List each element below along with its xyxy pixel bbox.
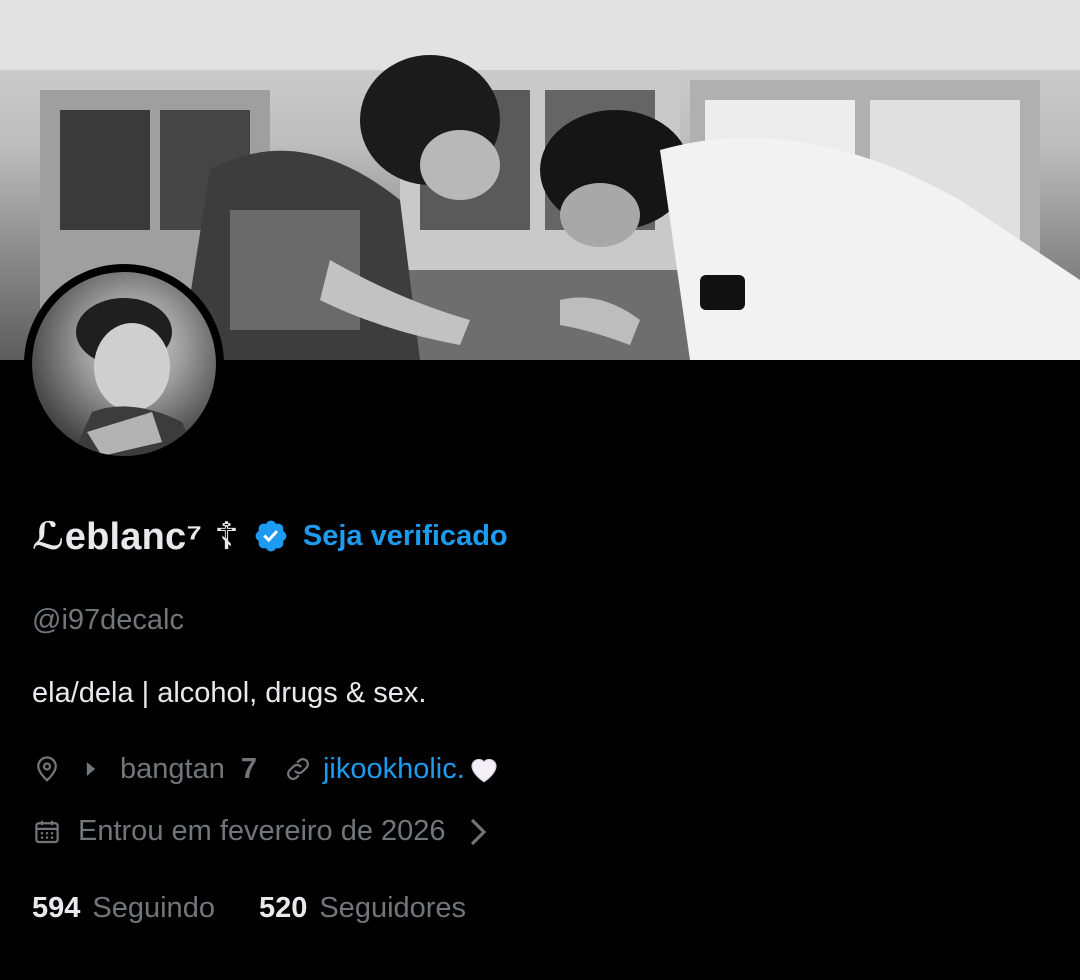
display-name-row: ℒeblanc⁷ ☦ Seja verificado	[32, 508, 508, 564]
followers-label: Seguidores	[319, 892, 467, 924]
location-text: bangtan	[120, 752, 225, 785]
chevron-right-icon	[470, 818, 486, 845]
avatar-illustration	[72, 298, 197, 456]
verified-badge-icon[interactable]	[253, 518, 289, 554]
follow-stats: 594 Seguindo 520 Seguidores	[32, 892, 466, 925]
link-icon	[287, 758, 309, 780]
get-verified-link[interactable]: Seja verificado	[303, 520, 508, 553]
profile-meta-location-row: bangtan 7 jikookholic.	[32, 752, 501, 786]
calendar-icon	[35, 820, 59, 843]
name-emoji-glyph: ☦	[214, 515, 239, 558]
following-stat[interactable]: 594 Seguindo	[32, 892, 215, 925]
avatar-image	[32, 272, 216, 456]
following-count: 594	[32, 892, 81, 924]
profile-bio: ela/dela | alcohol, drugs & sex.	[32, 677, 427, 709]
location-pin-icon	[37, 756, 57, 782]
followers-stat[interactable]: 520 Seguidores	[259, 892, 466, 925]
followers-count: 520	[258, 892, 308, 924]
following-label: Seguindo	[92, 892, 215, 924]
profile-meta-joined-row[interactable]: Entrou em fevereiro de 2026	[32, 815, 488, 848]
white-heart-icon	[471, 758, 497, 783]
location-suffix: 7	[240, 752, 257, 785]
profile-avatar[interactable]	[24, 264, 224, 464]
joined-date: Entrou em fevereiro de 2026	[78, 815, 446, 847]
small-triangle-icon	[86, 762, 96, 776]
website-link[interactable]: jikookholic.	[323, 753, 465, 786]
profile-page: ℒeblanc⁷ ☦ Seja verificado @i97decalc el…	[0, 0, 1080, 980]
display-name: ℒeblanc⁷	[32, 515, 203, 558]
profile-handle: @i97decalc	[32, 604, 184, 636]
